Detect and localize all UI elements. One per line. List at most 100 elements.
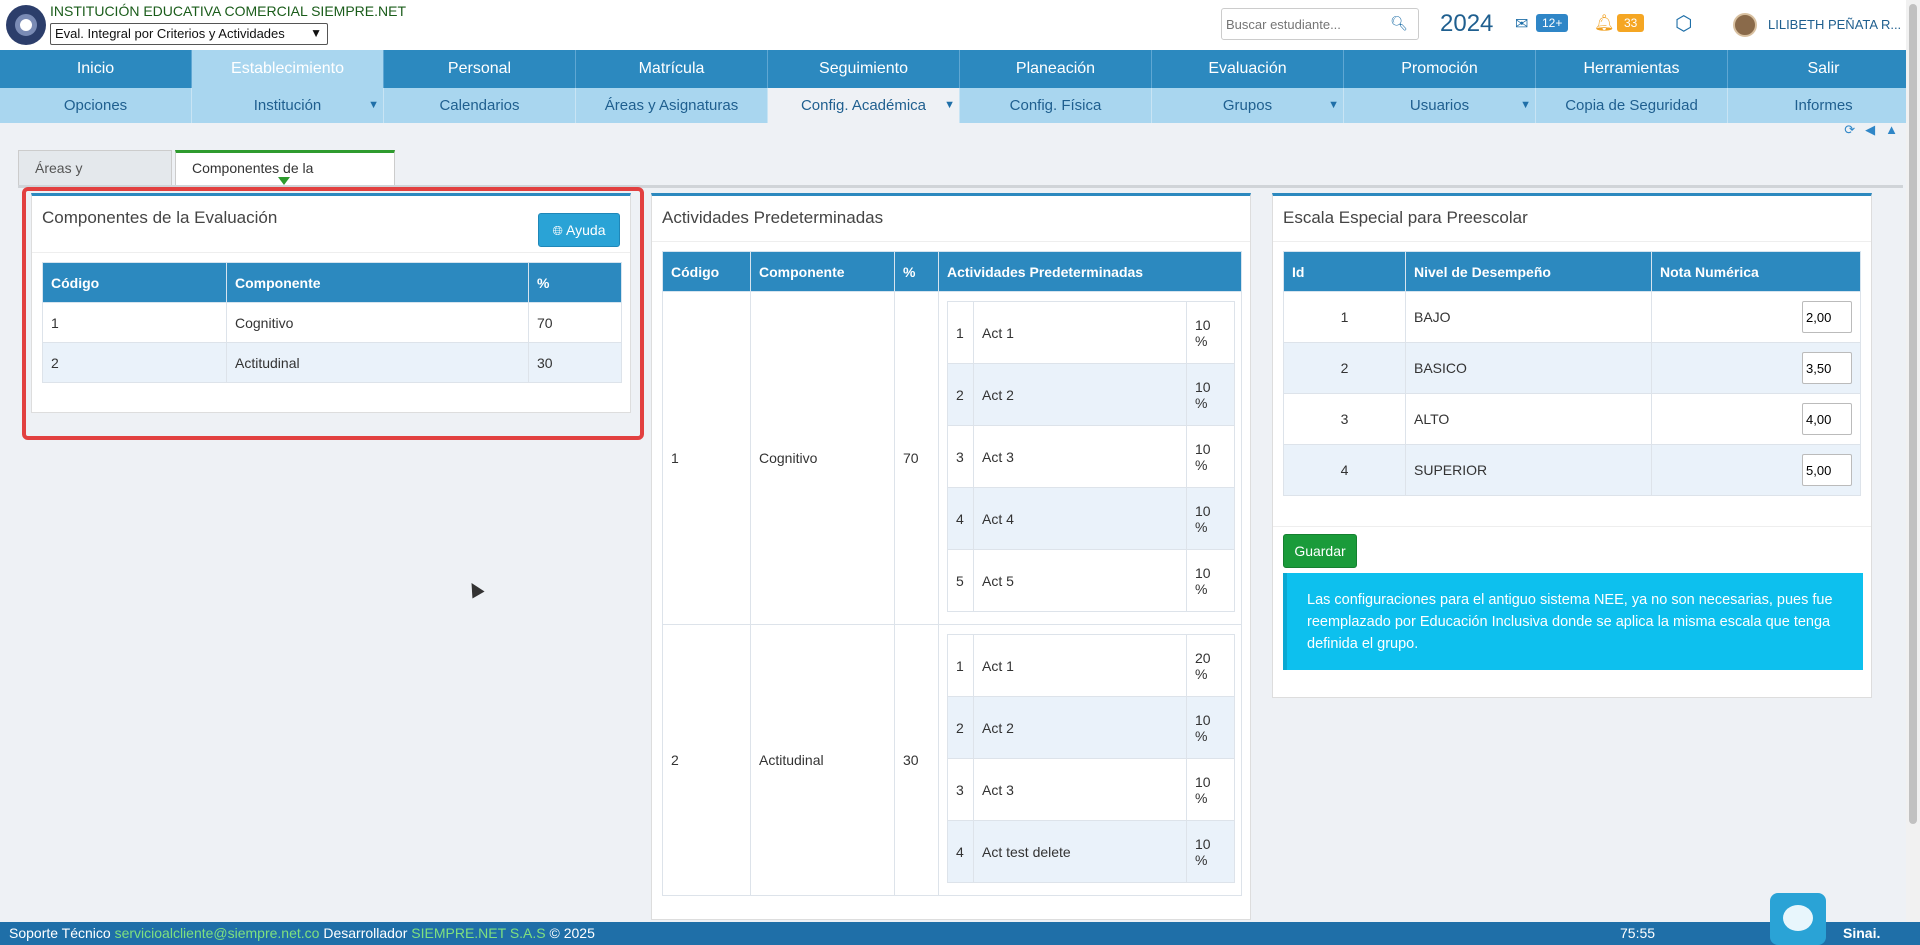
subnav-item-institucion[interactable]: Institución ▼	[192, 88, 384, 123]
scrollbar-thumb[interactable]	[1909, 4, 1917, 824]
cell: 10 %	[1186, 820, 1235, 883]
subnav-item-config-academica[interactable]: Config. Académica ▼	[768, 88, 960, 123]
subnav-item-calendarios[interactable]: Calendarios	[384, 88, 576, 123]
cube-icon[interactable]: ⬡	[1675, 11, 1692, 36]
subnav-label: Config. Académica	[800, 97, 927, 114]
cell: 3	[947, 758, 974, 821]
column-header: Nota Numérica	[1651, 251, 1861, 292]
panel-title: Escala Especial para Preescolar	[1283, 208, 1528, 227]
main-nav: Inicio Establecimiento Personal Matrícul…	[0, 50, 1920, 88]
cell: 4	[1283, 444, 1406, 496]
grade-input[interactable]	[1802, 301, 1852, 333]
cell: 1	[662, 291, 751, 625]
arrow-up-icon[interactable]: ▲	[1885, 122, 1898, 138]
subnav-item-copia[interactable]: Copia de Seguridad	[1536, 88, 1728, 123]
divider	[1273, 241, 1871, 242]
grade-input[interactable]	[1802, 403, 1852, 435]
dropdown-arrow-icon[interactable]: ▼	[944, 88, 955, 123]
cell: Cognitivo	[750, 291, 895, 625]
cell: 4	[947, 487, 974, 550]
sub-nav: Opciones Institución ▼ Calendarios Áreas …	[0, 88, 1920, 123]
cell: 10 %	[1186, 549, 1235, 612]
subnav-label: Calendarios	[439, 97, 520, 114]
support-label: Soporte Técnico	[9, 925, 111, 941]
page-scrollbar[interactable]	[1906, 0, 1920, 922]
subnav-label: Config. Física	[1009, 97, 1102, 114]
nav-item-personal[interactable]: Personal	[384, 50, 576, 88]
subnav-label: Usuarios	[1409, 97, 1470, 114]
mail-count-badge[interactable]: 12+	[1536, 14, 1569, 32]
institution-name: INSTITUCIÓN EDUCATIVA COMERCIAL SIEMPRE.…	[50, 3, 407, 19]
brand-logo: Sinai.	[1843, 925, 1881, 941]
cell: Act 1	[973, 301, 1187, 364]
user-name[interactable]: LILIBETH PEÑATA R...	[1768, 17, 1901, 32]
nav-item-herramientas[interactable]: Herramientas	[1536, 50, 1728, 88]
nav-item-matricula[interactable]: Matrícula	[576, 50, 768, 88]
cell: BAJO	[1405, 291, 1652, 343]
nav-item-salir[interactable]: Salir	[1728, 50, 1920, 88]
nav-item-evaluacion[interactable]: Evaluación	[1152, 50, 1344, 88]
cell: 1	[1283, 291, 1406, 343]
cell: 2	[1283, 342, 1406, 394]
chat-icon[interactable]	[1770, 893, 1826, 945]
grade-input[interactable]	[1802, 454, 1852, 486]
subnav-item-usuarios[interactable]: Usuarios ▼	[1344, 88, 1536, 123]
cell: Act test delete	[973, 820, 1187, 883]
year-label[interactable]: 2024	[1440, 10, 1493, 38]
save-button[interactable]: Guardar	[1283, 534, 1357, 568]
subnav-item-config-fisica[interactable]: Config. Física	[960, 88, 1152, 123]
cell: 1 Act 1 20 % 2 Act 2 10 % 3 Act 3 10 % 4 Act te…	[938, 624, 1242, 896]
cell: 10 %	[1186, 425, 1235, 488]
support-email-link[interactable]: servicioalcliente@siempre.net.co	[115, 925, 320, 941]
list-item: 1 Act 1 10 %	[947, 301, 1235, 364]
nav-item-inicio[interactable]: Inicio	[0, 50, 192, 88]
copyright: © 2025	[549, 925, 595, 941]
subnav-item-grupos[interactable]: Grupos ▼	[1152, 88, 1344, 123]
cell: 1	[947, 634, 974, 697]
evaluation-system-select[interactable]: Eval. Integral por Criterios y Actividad…	[50, 23, 328, 45]
subnav-item-opciones[interactable]: Opciones	[0, 88, 192, 123]
search-icon[interactable]: 🔍︎	[1390, 15, 1408, 32]
table-row: 2 BASICO	[1283, 342, 1861, 394]
dropdown-arrow-icon[interactable]: ▼	[1328, 88, 1339, 123]
notifications-badge[interactable]: 33	[1617, 14, 1645, 32]
nav-item-seguimiento[interactable]: Seguimiento	[768, 50, 960, 88]
page-tools: ⟳ ◀ ▲	[1844, 122, 1898, 138]
subnav-item-areas[interactable]: Áreas y Asignaturas	[576, 88, 768, 123]
dropdown-arrow-icon[interactable]: ▼	[368, 88, 379, 123]
cell: Act 3	[973, 425, 1187, 488]
divider	[652, 241, 1250, 242]
mail-icon[interactable]: ✉	[1515, 14, 1528, 34]
cell: Act 2	[973, 363, 1187, 426]
dropdown-arrow-icon[interactable]: ▼	[1520, 88, 1531, 123]
nav-item-establecimiento[interactable]: Establecimiento	[192, 50, 384, 88]
nav-item-promocion[interactable]: Promoción	[1344, 50, 1536, 88]
cell: Act 4	[973, 487, 1187, 550]
search-input[interactable]	[1222, 9, 1382, 39]
evaluation-system-value: Eval. Integral por Criterios y Actividad…	[55, 26, 285, 41]
cell: Act 2	[973, 696, 1187, 759]
preschool-scale-panel: Escala Especial para Preescolar Id Nivel…	[1272, 193, 1872, 698]
list-item: 2 Act 2 10 %	[947, 696, 1235, 759]
developer-link[interactable]: SIEMPRE.NET S.A.S	[411, 925, 545, 941]
activities-panel: Actividades Predeterminadas Código Compo…	[651, 193, 1251, 920]
nav-item-planeacion[interactable]: Planeación	[960, 50, 1152, 88]
list-item: 2 Act 2 10 %	[947, 363, 1235, 426]
top-bar: INSTITUCIÓN EDUCATIVA COMERCIAL SIEMPRE.…	[0, 0, 1920, 50]
tab-areas-asignaturas[interactable]: Áreas y Asignaturas	[18, 150, 172, 210]
bell-icon[interactable]: 🔔︎	[1594, 13, 1614, 33]
table-row: 4 SUPERIOR	[1283, 444, 1861, 496]
back-icon[interactable]: ◀	[1865, 122, 1875, 138]
list-item: 4 Act test delete 10 %	[947, 820, 1235, 883]
cell: 1	[947, 301, 974, 364]
refresh-icon[interactable]: ⟳	[1844, 122, 1855, 138]
cell	[1651, 393, 1861, 445]
activities-table: Código Componente % Actividades Predeter…	[662, 251, 1242, 896]
institution-logo	[6, 5, 46, 45]
student-search: 🔍︎	[1221, 8, 1419, 40]
chevron-down-icon: ▼	[310, 26, 322, 40]
session-timer: 75:55	[1620, 925, 1656, 941]
grade-input[interactable]	[1802, 352, 1852, 384]
avatar[interactable]	[1733, 13, 1757, 37]
subnav-item-informes[interactable]: Informes	[1728, 88, 1920, 123]
